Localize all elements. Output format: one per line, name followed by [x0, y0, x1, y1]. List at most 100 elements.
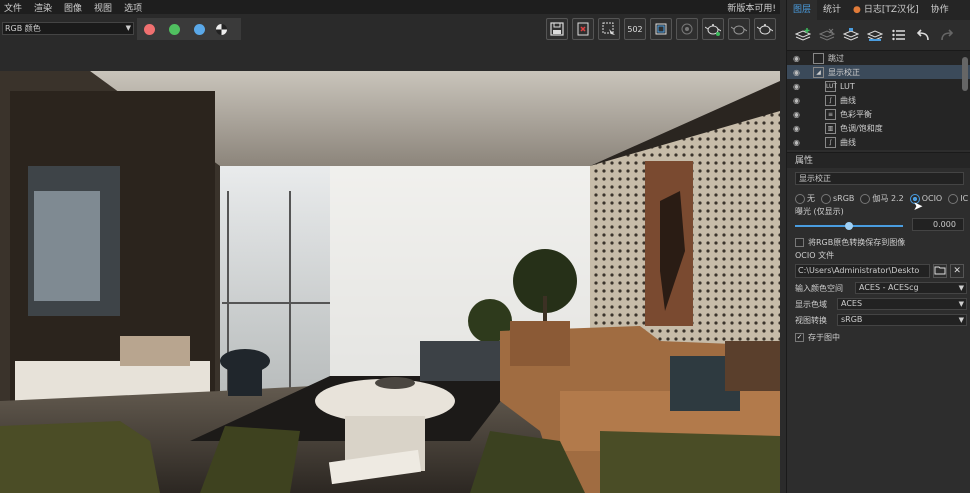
layer-label: 跳过 [828, 53, 844, 63]
layer-row[interactable]: ◉ ∫ 曲线 [787, 135, 970, 149]
ocio-path-field[interactable]: C:\Users\Administrator\Deskto [795, 264, 931, 278]
green-channel-button[interactable] [169, 23, 180, 35]
region-render-icon[interactable] [598, 18, 620, 40]
exposure-value-field[interactable]: 0.000 [912, 218, 964, 231]
radio-icc[interactable] [948, 193, 959, 204]
menu-bar: 文件 渲染 图像 视图 选项 新版本可用! [0, 0, 780, 14]
tab-layers[interactable]: 图层 [787, 0, 818, 20]
layer-row[interactable]: ◉ ∫ 曲线 [787, 93, 970, 107]
display-gamut-select[interactable]: ACES ▼ [837, 298, 967, 310]
save-primaries-label: 将RGB原色转换保存到图像 [808, 238, 906, 247]
tab-log-label: 日志[TZ汉化] [863, 5, 919, 15]
correction-mode-radios: 无 sRGB 伽马 2.2 OCIO IC [787, 193, 970, 204]
stereo-label: 502 [627, 24, 643, 34]
chevron-down-icon: ▼ [958, 316, 964, 324]
undo-icon[interactable] [913, 25, 933, 45]
layer-label: 色彩平衡 [840, 109, 872, 119]
ocio-file-row: C:\Users\Administrator\Deskto ✕ [795, 264, 964, 278]
close-file-icon[interactable] [572, 18, 594, 40]
redo-icon[interactable] [937, 25, 957, 45]
checkbox-checked[interactable]: ✓ [795, 333, 804, 342]
view-transform-row: 视图转换 sRGB ▼ [787, 314, 970, 326]
input-colorspace-value: ACES - ACEScg [859, 283, 919, 292]
menu-view[interactable]: 视图 [94, 1, 112, 14]
eye-icon[interactable]: ◉ [793, 110, 805, 119]
menu-file[interactable]: 文件 [4, 1, 22, 14]
layer-list-scrollbar[interactable] [962, 57, 968, 91]
menu-options[interactable]: 选项 [124, 1, 142, 14]
layer-label: 色调/饱和度 [840, 123, 883, 133]
save-icon[interactable] [546, 18, 568, 40]
teapot-icon[interactable] [728, 18, 750, 40]
save-primaries-checkbox[interactable]: 将RGB原色转换保存到图像 [787, 237, 970, 248]
lens-icon[interactable] [676, 18, 698, 40]
update-notice[interactable]: 新版本可用! [727, 1, 776, 14]
eye-icon[interactable]: ◉ [793, 82, 805, 91]
curve-icon: ∫ [825, 136, 836, 148]
tab-stats-label: 统计 [823, 5, 842, 15]
tool-buttons: 502 [542, 18, 776, 40]
properties-header: 属性 [787, 152, 970, 168]
tab-log[interactable]: ● 日志[TZ汉化] [847, 0, 925, 20]
frame-icon[interactable] [650, 18, 672, 40]
layer-name-field[interactable]: 显示校正 [795, 172, 964, 185]
menu-image[interactable]: 图像 [64, 1, 82, 14]
exposure-thumb[interactable] [845, 222, 853, 230]
exposure-slider[interactable]: 0.000 [795, 218, 964, 231]
add-layer-icon[interactable] [793, 25, 813, 45]
in-view-checkbox[interactable]: ✓ 存于图中 [787, 332, 970, 343]
render-view[interactable] [0, 71, 780, 493]
layer-tools [787, 20, 970, 50]
clear-path-icon[interactable]: ✕ [950, 264, 964, 278]
chevron-down-icon: ▼ [958, 284, 964, 292]
layer-row[interactable]: ◉ 跳过 [787, 51, 970, 65]
eye-icon[interactable]: ◉ [793, 138, 805, 147]
tab-stats[interactable]: 统计 [817, 0, 847, 20]
red-channel-button[interactable] [144, 23, 155, 35]
checkbox-box[interactable] [795, 238, 804, 247]
in-view-label: 存于图中 [808, 333, 840, 342]
input-colorspace-select[interactable]: ACES - ACEScg ▼ [855, 282, 967, 294]
remove-layer-icon[interactable] [817, 25, 837, 45]
layer-label: LUT [840, 81, 855, 91]
teapot-settings-icon[interactable] [754, 18, 776, 40]
display-gamut-value: ACES [841, 299, 863, 308]
radio-gamma-label: 伽马 2.2 [872, 194, 904, 203]
eye-icon[interactable]: ◉ [793, 54, 805, 63]
stereo-icon[interactable]: 502 [624, 18, 646, 40]
tab-layers-label: 图层 [793, 5, 812, 15]
blue-channel-button[interactable] [194, 23, 205, 35]
load-layers-icon[interactable] [865, 25, 885, 45]
layer-row[interactable]: ◉ ▥ 色调/饱和度 [787, 121, 970, 135]
layer-row-selected[interactable]: ◉ ◢ 显示校正 [787, 65, 970, 79]
lut-icon: LUT [825, 80, 838, 92]
teapot-render-icon[interactable] [702, 18, 724, 40]
eye-icon[interactable]: ◉ [793, 68, 805, 77]
layer-type-icon [813, 52, 824, 64]
save-layers-icon[interactable] [841, 25, 861, 45]
color-space-select[interactable]: RGB 颜色 ▼ [2, 22, 134, 35]
radio-icc-label: IC [960, 194, 969, 203]
radio-gamma[interactable] [860, 193, 871, 204]
display-gamut-row: 显示色域 ACES ▼ [787, 298, 970, 310]
layer-row[interactable]: ◉ ≡ 色彩平衡 [787, 107, 970, 121]
color-space-value: RGB 颜色 [5, 24, 41, 33]
view-transform-select[interactable]: sRGB ▼ [837, 314, 967, 326]
radio-srgb[interactable] [821, 193, 831, 204]
tab-collab[interactable]: 协作 [925, 0, 955, 20]
input-colorspace-label: 输入颜色空间 [795, 283, 843, 293]
alpha-channel-icon[interactable] [216, 23, 227, 35]
display-gamut-label: 显示色域 [795, 299, 827, 309]
menu-render[interactable]: 渲染 [34, 1, 52, 14]
layer-label: 曲线 [840, 137, 856, 147]
chevron-down-icon: ▼ [125, 24, 131, 32]
radio-none[interactable] [795, 193, 805, 204]
radio-ocio-label: OCIO [921, 194, 943, 203]
folder-icon[interactable] [933, 264, 948, 278]
eye-icon[interactable]: ◉ [793, 96, 805, 105]
radio-none-label: 无 [807, 194, 815, 203]
eye-icon[interactable]: ◉ [793, 124, 805, 133]
list-menu-icon[interactable] [889, 25, 909, 45]
side-panel: 图层 统计 ● 日志[TZ汉化] 协作 ◉ 跳过 ◉ ◢ 显示校正 ◉ LUT LUT ◉ [786, 0, 970, 493]
layer-row[interactable]: ◉ LUT LUT [787, 79, 970, 93]
